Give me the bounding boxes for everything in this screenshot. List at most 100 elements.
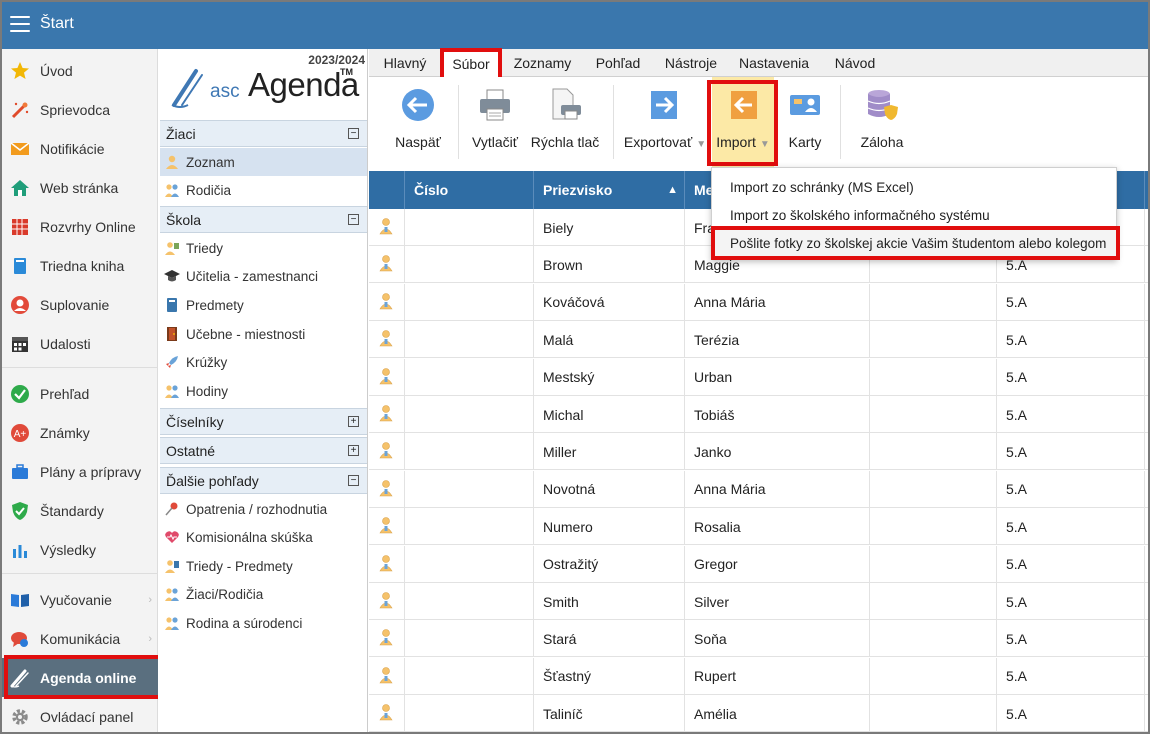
table-row[interactable]: Šťastný Rupert 5.A [369, 657, 1148, 695]
cell-meno: Janko [685, 433, 870, 471]
agenda-panel: 2023/2024 asc Agenda TM Žiaci − Zoznam R… [158, 49, 368, 732]
sidebar-item-udalosti[interactable]: Udalosti [2, 324, 158, 363]
sidebar-item-label: Štandardy [40, 502, 104, 519]
agenda-item-rodina[interactable]: Rodina a súrodenci [160, 609, 367, 637]
expand-icon[interactable]: + [348, 445, 359, 456]
export-button[interactable]: Exportovať ▼ [624, 77, 706, 167]
column-header-priezvisko[interactable]: Priezvisko ▲ [534, 171, 685, 209]
dropdown-arrow-icon[interactable]: ▼ [696, 139, 706, 150]
cell-blank [870, 396, 997, 433]
section-ziaci[interactable]: Žiaci − [160, 120, 367, 147]
heart-pulse-icon [164, 529, 180, 545]
dropdown-arrow-icon[interactable]: ▼ [760, 139, 770, 150]
sidebar-item-znamky[interactable]: A+ Známky [2, 413, 158, 452]
table-row[interactable]: Numero Rosalia 5.A [369, 508, 1148, 546]
sidebar-item-vyucovanie[interactable]: Vyučovanie › [2, 580, 158, 619]
table-row[interactable]: Ostražitý Gregor 5.A [369, 545, 1148, 583]
agenda-item-zoznam[interactable]: Zoznam [160, 148, 367, 176]
tab-navod[interactable]: Návod [829, 49, 881, 77]
agenda-item-komisionalna[interactable]: Komisionálna skúška [160, 523, 367, 551]
tab-nastavenia[interactable]: Nastavenia [732, 49, 816, 77]
back-button[interactable]: Naspäť [389, 77, 447, 167]
sidebar-item-uvod[interactable]: Úvod [2, 51, 158, 90]
agenda-item-triedy-predmety[interactable]: Triedy - Predmety [160, 552, 367, 580]
backup-button[interactable]: Záloha [853, 77, 911, 167]
menu-item-import-sis[interactable]: Import zo školského informačného systému [712, 201, 1116, 229]
print-button[interactable]: Vytlačiť [465, 77, 525, 167]
section-skola[interactable]: Škola − [160, 206, 367, 233]
tab-pohlad[interactable]: Pohľad [588, 49, 648, 77]
tab-hlavny[interactable]: Hlavný [375, 49, 435, 77]
menu-item-send-photos[interactable]: Pošlite fotky zo školskej akcie Vašim št… [712, 229, 1116, 257]
sidebar-item-suplovanie[interactable]: Suplovanie [2, 285, 158, 324]
cell-trieda: 5.A [997, 545, 1145, 583]
agenda-item-kruzky[interactable]: Krúžky [160, 348, 367, 376]
logo-trademark: TM [340, 67, 353, 77]
sidebar-item-web-stranka[interactable]: Web stránka [2, 168, 158, 207]
agenda-item-label: Krúžky [186, 354, 228, 370]
table-row[interactable]: Kováčová Anna Mária 5.A [369, 283, 1148, 321]
collapse-icon[interactable]: − [348, 128, 359, 139]
agenda-item-ucebne[interactable]: Učebne - miestnosti [160, 320, 367, 348]
cell-meno: Rosalia [685, 508, 870, 546]
sidebar-item-plany[interactable]: Plány a prípravy [2, 452, 158, 491]
agenda-item-triedy[interactable]: Triedy [160, 234, 367, 262]
student-icon [378, 554, 394, 575]
hamburger-menu-icon[interactable] [10, 16, 30, 32]
sidebar-item-notifikacie[interactable]: Notifikácie [2, 129, 158, 168]
agenda-item-label: Učitelia - zamestnanci [186, 268, 319, 284]
table-row[interactable]: Novotná Anna Mária 5.A [369, 470, 1148, 508]
section-dalsie-pohlady[interactable]: Ďalšie pohľady − [160, 467, 367, 494]
agenda-item-opatrenia[interactable]: Opatrenia / rozhodnutia [160, 495, 367, 523]
menu-item-import-clipboard[interactable]: Import zo schránky (MS Excel) [712, 173, 1116, 201]
table-row[interactable]: Stará Soňa 5.A [369, 620, 1148, 658]
cards-button[interactable]: Karty [781, 77, 829, 167]
collapse-icon[interactable]: − [348, 475, 359, 486]
cell-meno: Anna Mária [685, 283, 870, 321]
sidebar-item-sprievodca[interactable]: Sprievodca [2, 90, 158, 129]
row-icon-cell [369, 508, 405, 546]
gear-icon [8, 705, 32, 729]
section-ostatne[interactable]: Ostatné + [160, 437, 367, 464]
sidebar-item-ovladaci-panel[interactable]: Ovládací panel [2, 697, 158, 732]
table-row[interactable]: Michal Tobiáš 5.A [369, 396, 1148, 433]
table-row[interactable]: Malá Terézia 5.A [369, 321, 1148, 359]
cell-trieda: 5.A [997, 620, 1145, 658]
rocket-icon [164, 354, 180, 370]
back-label: Naspäť [395, 134, 441, 150]
agenda-item-hodiny[interactable]: Hodiny [160, 377, 367, 405]
cell-cislo [405, 209, 534, 246]
sidebar-item-vysledky[interactable]: Výsledky [2, 530, 158, 569]
collapse-icon[interactable]: − [348, 214, 359, 225]
import-icon [725, 87, 761, 123]
tab-zoznamy[interactable]: Zoznamy [509, 49, 576, 77]
family-icon [164, 615, 180, 631]
cell-trieda: 5.A [997, 283, 1145, 321]
agenda-item-predmety[interactable]: Predmety [160, 291, 367, 319]
column-header-cislo[interactable]: Číslo [405, 171, 534, 209]
sidebar-item-agenda-online[interactable]: Agenda online [2, 658, 158, 697]
table-row[interactable]: Smith Silver 5.A [369, 583, 1148, 620]
expand-icon[interactable]: + [348, 416, 359, 427]
agenda-item-ucitelia[interactable]: Učitelia - zamestnanci [160, 262, 367, 290]
sidebar-item-rozvrhy[interactable]: Rozvrhy Online [2, 207, 158, 246]
table-row[interactable]: Miller Janko 5.A [369, 433, 1148, 471]
table-row[interactable]: Taliníč Amélia 5.A [369, 695, 1148, 732]
agenda-item-rodicia[interactable]: Rodičia [160, 176, 367, 204]
import-button[interactable]: Import ▼ [712, 77, 774, 167]
row-icon-cell [369, 283, 405, 321]
sidebar-item-standardy[interactable]: Štandardy [2, 491, 158, 530]
agenda-item-ziaci-rodicia[interactable]: Žiaci/Rodičia [160, 580, 367, 608]
table-row[interactable]: Mestský Urban 5.A [369, 358, 1148, 396]
sidebar-item-komunikacia[interactable]: Komunikácia › [2, 619, 158, 658]
sidebar-item-prehlad[interactable]: Prehľad [2, 374, 158, 413]
section-ciselniky[interactable]: Číselníky + [160, 408, 367, 435]
row-icon-cell [369, 620, 405, 658]
database-shield-icon [864, 87, 900, 123]
sidebar-item-label: Ovládací panel [40, 708, 134, 725]
sidebar-item-triedna-kniha[interactable]: Triedna kniha [2, 246, 158, 285]
sidebar-item-label: Vyučovanie [40, 591, 112, 608]
tab-subor[interactable]: Súbor [442, 49, 500, 77]
tab-nastroje[interactable]: Nástroje [659, 49, 723, 77]
quick-print-button[interactable]: Rýchla tlač [530, 77, 600, 167]
